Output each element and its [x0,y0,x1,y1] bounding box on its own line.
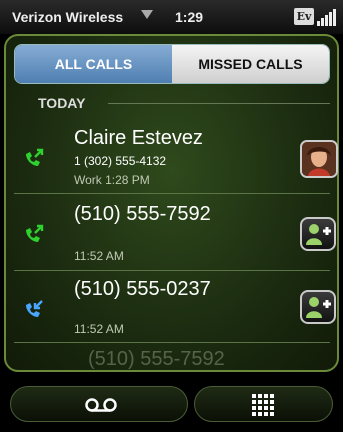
outgoing-call-icon [26,224,44,242]
contact-photo-icon [302,142,336,176]
section-divider [108,103,330,104]
caller-number: (510) 555-0237 [74,278,211,300]
call-time: 11:52 AM [74,322,124,336]
voicemail-button[interactable] [10,386,188,422]
add-contact-icon [306,224,331,245]
row-divider [14,342,330,343]
tab-all-calls-label: ALL CALLS [54,56,133,72]
outgoing-call-icon [26,148,44,166]
partially-visible-call-row[interactable]: (510) 555-7592 [88,348,225,371]
add-contact-button[interactable] [300,217,336,251]
carrier-name[interactable]: Verizon Wireless [12,9,123,25]
row-divider [14,270,330,271]
voicemail-icon [85,398,117,412]
add-contact-button[interactable] [300,290,336,324]
status-time: 1:29 [175,9,204,25]
caller-number: 1 (302) 555-4132 [74,154,167,168]
dialpad-icon [252,394,274,416]
tab-missed-calls[interactable]: MISSED CALLS [172,45,329,83]
contact-photo-avatar[interactable] [300,140,338,178]
add-contact-icon [306,297,331,318]
incoming-call-icon [26,300,43,317]
status-bar: Verizon Wireless 1:29 Ev [0,0,343,34]
caller-number: (510) 555-7592 [74,203,211,225]
signal-bars-icon [316,9,336,26]
network-badge: Ev [294,8,314,25]
caller-name: Claire Estevez [74,127,203,149]
call-time: Work 1:28 PM [74,173,150,187]
tab-all-calls[interactable]: ALL CALLS [15,45,172,83]
row-divider [14,193,330,194]
tab-missed-calls-label: MISSED CALLS [198,56,303,72]
section-header-today: TODAY [38,95,86,111]
call-filter-tabs: ALL CALLS MISSED CALLS [14,44,330,84]
call-time: 11:52 AM [74,249,124,263]
dialpad-button[interactable] [194,386,333,422]
carrier-dropdown-icon[interactable] [141,10,153,19]
